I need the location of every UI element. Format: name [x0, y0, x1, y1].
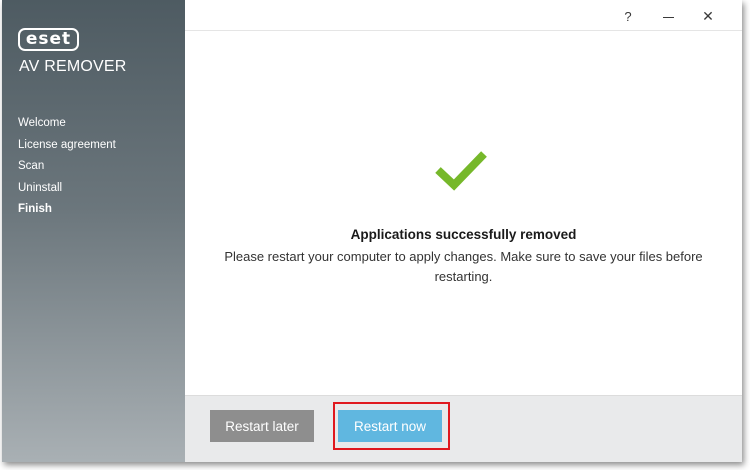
result-message: Please restart your computer to apply ch…	[224, 249, 703, 284]
wizard-steps: Welcome License agreement Scan Uninstall…	[18, 115, 116, 223]
footer-bar: Restart later Restart now	[185, 395, 742, 462]
logo-text: eset	[25, 29, 72, 49]
help-button[interactable]: ?	[616, 6, 640, 26]
help-icon: ?	[624, 8, 632, 24]
av-remover-window: eset AV REMOVER Welcome License agreemen…	[2, 0, 742, 462]
result-title: Applications successfully removed	[350, 227, 577, 242]
step-finish: Finish	[18, 203, 52, 215]
step-uninstall: Uninstall	[18, 181, 63, 194]
step-scan: Scan	[18, 160, 45, 172]
close-icon: ✕	[702, 7, 714, 24]
sidebar: eset AV REMOVER Welcome License agreemen…	[2, 0, 185, 462]
restart-now-button[interactable]: Restart now	[338, 410, 442, 442]
main-content: Applications successfully removed Please…	[185, 31, 742, 395]
step-welcome: Welcome	[18, 117, 66, 129]
minimize-button[interactable]	[656, 6, 680, 26]
restart-later-button[interactable]: Restart later	[210, 410, 314, 442]
step-license-agreement: License agreement	[18, 138, 116, 151]
eset-logo: eset	[18, 28, 79, 51]
checkmark-icon	[435, 151, 487, 191]
title-bar: ? ✕	[185, 0, 742, 30]
product-name: AV REMOVER	[19, 58, 127, 75]
minimize-icon	[662, 16, 674, 18]
close-button[interactable]: ✕	[696, 6, 720, 26]
